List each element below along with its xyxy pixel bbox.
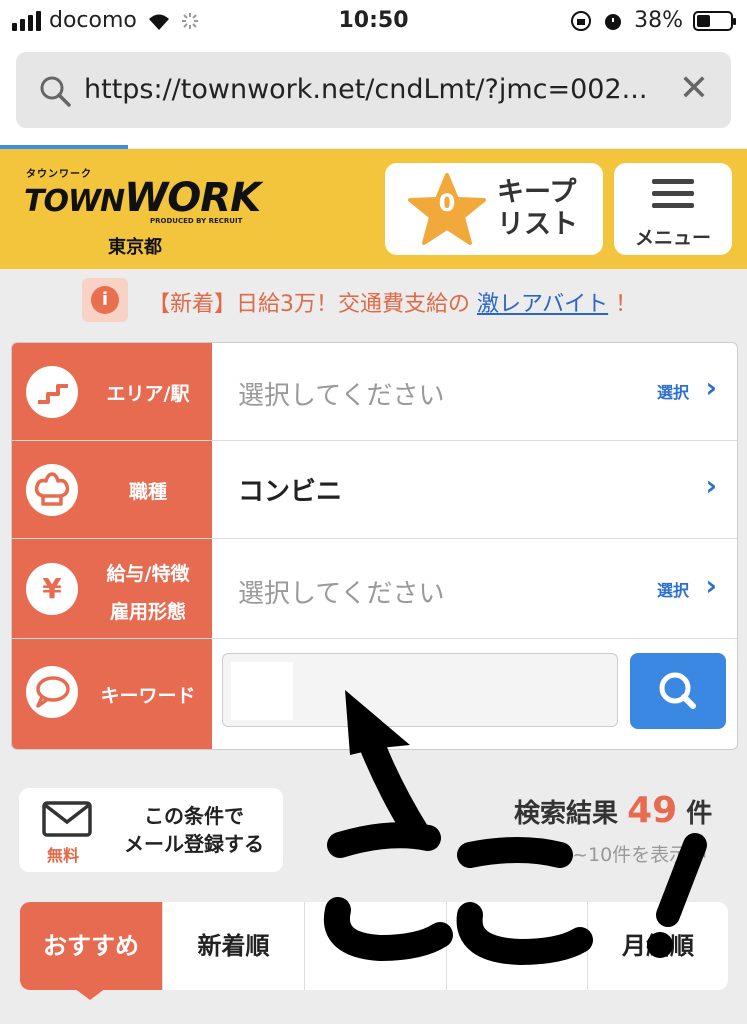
keyword-input[interactable] [222,653,618,727]
battery-percent: 38% [634,8,683,33]
alarm-icon [605,13,622,30]
browser-toolbar: https://townwork.net/cndLmt/?jmc=002... … [0,42,747,148]
notice-text: 【新着】日給3万！交通費支給の 激レアバイト ！ [148,292,638,317]
mail-label: この条件で メール登録する [124,804,264,856]
salary-label: 給与/特徴 [106,563,190,585]
chevron-right-icon[interactable]: › [705,371,717,404]
tab-sort-3[interactable] [305,902,447,990]
active-tab-pointer [74,988,106,1000]
job-value[interactable]: コンビニ [238,471,342,508]
keyword-label: キーワード [100,685,196,707]
salary-row[interactable]: ¥ 給与/特徴 雇用形態 選択してください 選択 › [12,539,737,639]
notice-link[interactable]: 激レアバイト [477,292,608,317]
chef-hat-icon [26,464,78,516]
search-button[interactable] [630,653,726,729]
status-bar: docomo 10:50 38% [0,0,747,42]
stairs-icon [26,366,78,418]
keep-list-button[interactable]: 0 キープ リスト [385,163,603,255]
area-row[interactable]: エリア/駅 選択してください 選択 › [12,343,737,441]
sort-tabs: おすすめ 新着順 月給順 [20,902,728,990]
site-header: タウンワーク TOWNWORK PRODUCED BY RECRUIT 東京都 … [0,149,747,269]
region-label: 東京都 [108,237,162,258]
envelope-icon [42,801,92,837]
keep-label: キープ リスト [497,177,578,240]
job-label: 職種 [128,481,167,503]
search-form: エリア/駅 選択してください 選択 › 職種 コンビニ › ¥ 給与/特徴 雇用… [11,342,738,750]
search-results-count: 検索結果 49 件 [514,790,713,831]
info-icon: i [82,278,128,322]
search-icon [40,76,71,107]
rotation-lock-icon [571,10,592,31]
results-range: 1~10件を表示中 [560,844,708,866]
speech-bubble-icon [26,666,78,718]
tab-recommended[interactable]: おすすめ [20,902,163,990]
url-text[interactable]: https://townwork.net/cndLmt/?jmc=002... [84,74,647,105]
tab-monthly-salary[interactable]: 月給順 [588,902,728,990]
battery-icon [693,10,736,31]
tab-newest[interactable]: 新着順 [163,902,305,990]
tab-sort-4[interactable] [447,902,588,990]
chevron-right-icon[interactable]: › [705,469,717,502]
area-value[interactable]: 選択してください [238,375,444,412]
yen-icon: ¥ [26,563,78,615]
townwork-logo[interactable]: TOWNWORK [24,175,261,221]
url-bar[interactable]: https://townwork.net/cndLmt/?jmc=002... … [16,52,731,128]
employment-label: 雇用形態 [109,601,186,623]
job-row[interactable]: 職種 コンビニ › [12,441,737,539]
area-label: エリア/駅 [106,383,190,405]
salary-select-link[interactable]: 選択 [657,577,689,601]
chevron-right-icon[interactable]: › [705,569,717,602]
search-icon [659,672,696,709]
keep-count: 0 [438,189,456,217]
salary-value[interactable]: 選択してください [238,573,444,610]
hamburger-icon [652,179,694,215]
notice-banner: i 【新着】日給3万！交通費支給の 激レアバイト ！ [0,278,747,322]
produced-by: PRODUCED BY RECRUIT [150,217,243,225]
keyword-row: キーワード [12,639,737,749]
close-icon[interactable]: ✕ [679,68,709,109]
free-badge: 無料 [47,846,80,865]
menu-button[interactable]: メニュー [614,163,732,255]
mail-register-button[interactable]: 無料 この条件で メール登録する [19,788,283,872]
area-select-link[interactable]: 選択 [657,379,689,403]
menu-label: メニュー [634,227,711,249]
